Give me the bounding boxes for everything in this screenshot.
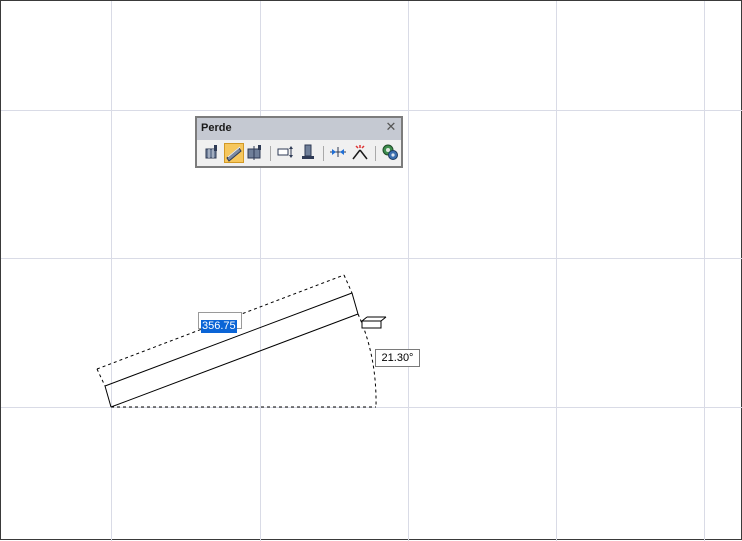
wall-split-icon [247,145,261,160]
perde-toolbar[interactable]: Perde ✕ [195,116,403,168]
settings-button[interactable] [381,143,401,163]
settings-gears-icon [382,144,398,160]
toolbar-separator [375,146,376,161]
toolbar-buttons [197,140,401,166]
length-input-value: 356.75 [201,320,237,333]
wall-join-button[interactable] [329,143,349,163]
angle-label[interactable]: 21.30° [375,349,420,367]
drawing-canvas[interactable]: 356.75 21.30° Perde ✕ [0,0,742,541]
wall-section-icon [302,144,314,159]
wall-section-button[interactable] [299,143,319,163]
wall-extend-icon [352,145,368,160]
wall-offset-icon [277,146,293,158]
cursor-box [361,320,382,329]
close-icon[interactable]: ✕ [384,120,398,136]
wall-element[interactable] [104,292,359,408]
length-extension-end [343,274,353,294]
wall-inclined-icon [226,146,242,162]
wall-extend-button[interactable] [351,143,371,163]
length-input[interactable]: 356.75 [198,312,242,333]
cursor-tick [361,316,368,322]
cursor-tick [380,316,387,322]
wall-split-button[interactable] [246,143,266,163]
drawing-svg [1,1,742,541]
wall-end-start [104,385,112,408]
dimension-lines [96,274,377,408]
toolbar-separator [323,146,324,161]
toolbar-separator [270,146,271,161]
wall-inclined-button[interactable] [224,143,244,163]
wall-offset-button[interactable] [277,143,297,163]
toolbar-title: Perde [201,122,232,134]
wall-draw-button[interactable] [203,143,223,163]
wall-draw-icon [205,145,217,159]
wall-end-finish [351,292,359,315]
cursor-marker [361,316,387,329]
wall-edge-top [104,292,353,387]
length-extension-start [96,368,106,387]
grid [1,1,742,541]
wall-join-icon [330,147,346,157]
toolbar-title-bar[interactable]: Perde ✕ [197,118,401,140]
